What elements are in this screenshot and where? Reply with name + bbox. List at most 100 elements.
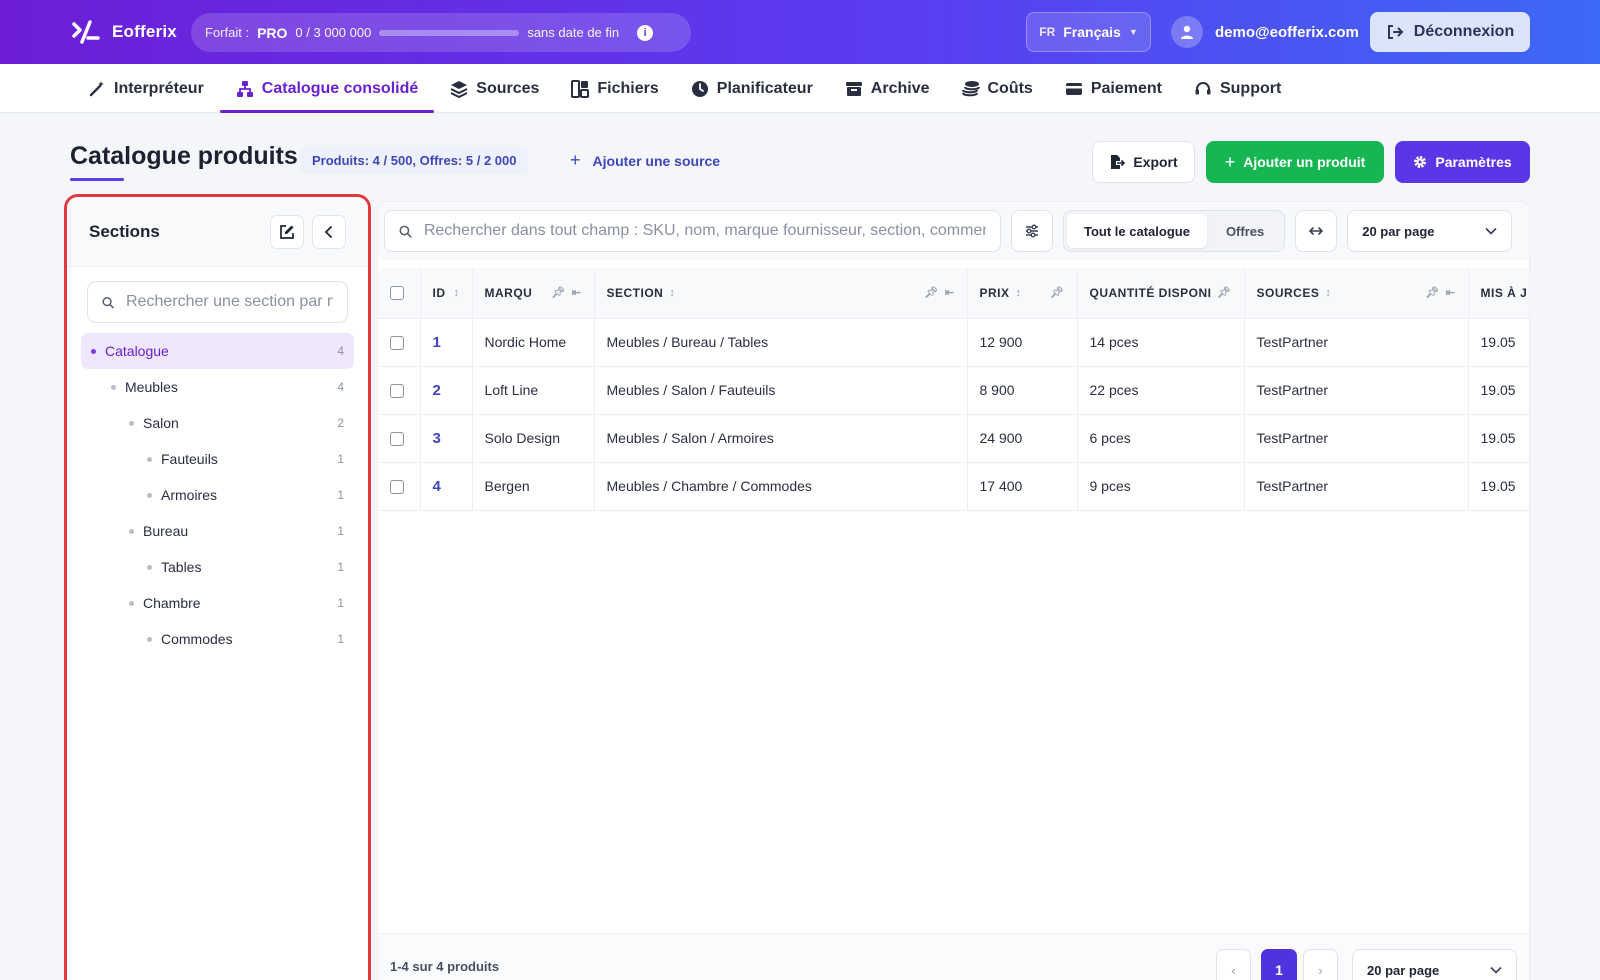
- export-button[interactable]: Export: [1092, 141, 1195, 183]
- next-page-button[interactable]: ›: [1303, 949, 1338, 980]
- nav-item-support[interactable]: Support: [1178, 64, 1297, 113]
- cell-id[interactable]: 2: [420, 366, 473, 415]
- section-name: Commodes: [161, 631, 233, 647]
- nav-item-interpreteur[interactable]: Interpréteur: [72, 64, 220, 113]
- per-page-select[interactable]: 20 par page: [1347, 210, 1513, 252]
- table-row[interactable]: 4 Bergen Meubles / Chambre / Commodes 17 40…: [378, 462, 1529, 511]
- collapse-column-icon[interactable]: ⇤: [572, 286, 582, 299]
- nav-item-catalogue[interactable]: Catalogue consolidé: [219, 64, 435, 113]
- product-id-link[interactable]: 1: [433, 334, 441, 351]
- global-search[interactable]: [384, 210, 1001, 252]
- select-all-checkbox[interactable]: [390, 286, 404, 301]
- section-count: 2: [337, 416, 344, 430]
- pin-icon[interactable]: 📌︎: [924, 286, 938, 299]
- collapse-sidebar-button[interactable]: [312, 214, 346, 249]
- app-logo[interactable]: Eofferix: [70, 18, 177, 46]
- sidebar-item-meubles[interactable]: Meubles 4: [81, 369, 354, 405]
- nav-item-archive[interactable]: Archive: [829, 64, 946, 113]
- edit-sections-button[interactable]: [270, 214, 304, 249]
- cell-id[interactable]: 3: [420, 414, 473, 463]
- user-menu[interactable]: demo@eofferix.com: [1171, 16, 1359, 48]
- sidebar-item-commodes[interactable]: Commodes 1: [81, 621, 354, 657]
- bullet-icon: [129, 420, 134, 426]
- collapse-column-icon[interactable]: ⇤: [945, 286, 955, 299]
- nav-label: Interpréteur: [114, 79, 204, 97]
- product-id-link[interactable]: 4: [433, 478, 441, 495]
- nav-item-paiement[interactable]: Paiement: [1049, 64, 1178, 113]
- product-id-link[interactable]: 3: [433, 430, 441, 447]
- files-icon: [571, 79, 590, 98]
- info-icon[interactable]: i: [637, 24, 654, 41]
- table-row[interactable]: 1 Nordic Home Meubles / Bureau / Tables 12 …: [378, 318, 1529, 367]
- column-header-sources[interactable]: SOURCES ↕ 📌︎ ⇤: [1244, 268, 1469, 319]
- cell-id[interactable]: 1: [420, 318, 473, 367]
- row-checkbox[interactable]: [390, 384, 404, 399]
- bullet-icon: [129, 528, 134, 534]
- filter-button[interactable]: [1011, 210, 1053, 252]
- cell-source: TestPartner: [1244, 318, 1469, 367]
- app-name: Eofferix: [112, 22, 177, 41]
- language-selector[interactable]: FR Français ▼: [1026, 12, 1151, 52]
- column-header-updated[interactable]: MIS À JOUR: [1468, 268, 1529, 319]
- table-row[interactable]: 3 Solo Design Meubles / Salon / Armoires 24…: [378, 414, 1529, 463]
- tab-offers[interactable]: Offres: [1209, 214, 1281, 248]
- nav-label: Fichiers: [597, 79, 659, 97]
- expand-columns-button[interactable]: [1295, 210, 1338, 252]
- logo-icon: [72, 20, 100, 44]
- settings-button[interactable]: Paramètres: [1395, 141, 1530, 183]
- global-search-input[interactable]: [423, 222, 986, 240]
- sidebar-item-catalogue[interactable]: Catalogue 4: [81, 333, 354, 369]
- sidebar-item-fauteuils[interactable]: Fauteuils 1: [81, 441, 354, 477]
- coins-icon: [961, 80, 980, 96]
- row-checkbox[interactable]: [390, 432, 404, 447]
- sort-icon[interactable]: ↕: [669, 287, 918, 299]
- pin-icon[interactable]: 📌︎: [1217, 286, 1231, 299]
- sort-icon[interactable]: ↕: [1325, 287, 1419, 299]
- clock-icon: [691, 80, 708, 97]
- prev-page-button[interactable]: ‹: [1216, 949, 1251, 980]
- sort-icon[interactable]: ↕: [454, 287, 460, 299]
- row-select-cell: [378, 414, 421, 463]
- sidebar-item-tables[interactable]: Tables 1: [81, 549, 354, 585]
- pin-icon[interactable]: 📌︎: [551, 286, 565, 299]
- row-checkbox[interactable]: [390, 336, 404, 351]
- logout-icon: [1387, 25, 1404, 39]
- nav-item-fichiers[interactable]: Fichiers: [555, 64, 674, 113]
- add-product-button[interactable]: + Ajouter un produit: [1206, 141, 1384, 183]
- collapse-column-icon[interactable]: ⇤: [1446, 286, 1456, 299]
- section-search-input[interactable]: [126, 293, 333, 311]
- nav-item-couts[interactable]: Coûts: [946, 64, 1049, 113]
- plan-usage: Forfait : PRO 0 / 3 000 000 sans date de…: [191, 13, 691, 52]
- bullet-icon: [147, 492, 152, 498]
- cell-id[interactable]: 4: [420, 462, 473, 511]
- product-id-link[interactable]: 2: [433, 382, 441, 399]
- sections-sidebar: Sections Catalogue 4 Meubles 4 Salon 2 Fauteui…: [64, 194, 371, 980]
- plan-progress-bar: [379, 29, 520, 36]
- sidebar-item-bureau[interactable]: Bureau 1: [81, 513, 354, 549]
- nav-label: Archive: [870, 79, 930, 97]
- column-header-id[interactable]: ID ↕: [420, 268, 473, 319]
- column-header-brand[interactable]: MARQU 📌︎ ⇤: [472, 268, 595, 319]
- section-count: 1: [337, 452, 344, 466]
- pin-icon[interactable]: 📌︎: [1050, 286, 1064, 299]
- sidebar-item-salon[interactable]: Salon 2: [81, 405, 354, 441]
- nav-label: Sources: [476, 79, 540, 97]
- column-header-price[interactable]: PRIX ↕ 📌︎: [967, 268, 1078, 319]
- logout-button[interactable]: Déconnexion: [1370, 12, 1530, 52]
- add-source-link[interactable]: + Ajouter une source: [570, 150, 720, 171]
- current-page-button[interactable]: 1: [1261, 949, 1297, 980]
- section-search[interactable]: [87, 281, 348, 323]
- pin-icon[interactable]: 📌︎: [1425, 286, 1439, 299]
- nav-item-sources[interactable]: Sources: [434, 64, 555, 113]
- column-header-section[interactable]: SECTION ↕ 📌︎ ⇤: [594, 268, 968, 319]
- nav-item-planificateur[interactable]: Planificateur: [675, 64, 829, 113]
- table-row[interactable]: 2 Loft Line Meubles / Salon / Fauteuils 8 9…: [378, 366, 1529, 415]
- plan-tier: PRO: [257, 24, 288, 41]
- sort-icon[interactable]: ↕: [1016, 287, 1045, 299]
- row-checkbox[interactable]: [390, 480, 404, 495]
- tab-all-catalog[interactable]: Tout le catalogue: [1067, 214, 1207, 248]
- sidebar-item-armoires[interactable]: Armoires 1: [81, 477, 354, 513]
- sidebar-item-chambre[interactable]: Chambre 1: [81, 585, 354, 621]
- column-header-quantity[interactable]: QUANTITÉ DISPONIBLE 📌︎: [1077, 268, 1245, 319]
- footer-per-page-select[interactable]: 20 par page: [1352, 949, 1517, 980]
